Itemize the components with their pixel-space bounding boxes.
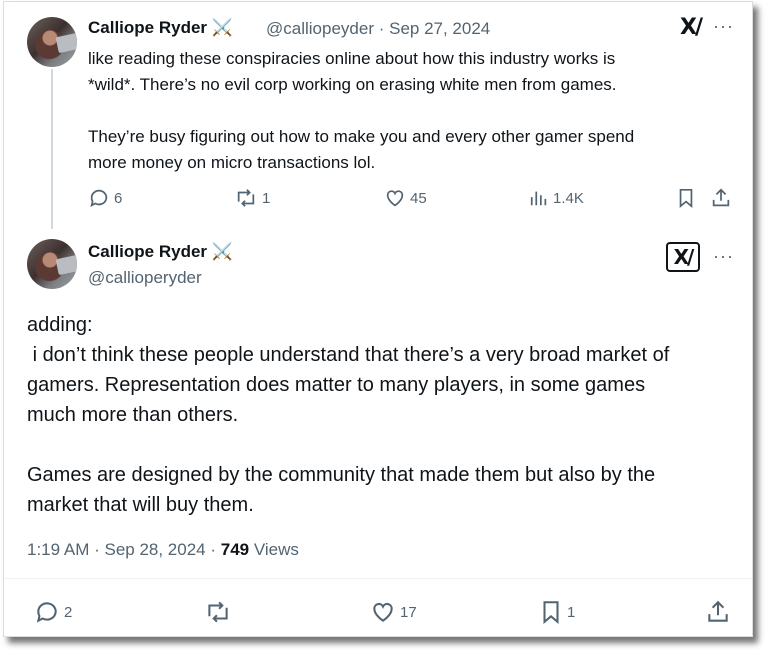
author-handle-text[interactable]: @calliopeyder [266, 19, 374, 38]
avatar[interactable] [27, 239, 77, 289]
author-name[interactable]: Calliope Ryder ⚔️ [88, 242, 233, 262]
reply-icon [90, 189, 108, 207]
crossed-swords-icon: ⚔️ [211, 242, 233, 261]
repost-button[interactable] [204, 599, 236, 625]
author-handle[interactable]: @calliopeyder · Sep 27, 2024 [266, 19, 490, 39]
crossed-swords-icon: ⚔️ [211, 18, 233, 37]
reply-count: 2 [64, 603, 73, 621]
share-button[interactable] [710, 187, 732, 209]
like-count: 45 [410, 189, 427, 207]
author-name-text[interactable]: Calliope Ryder [88, 18, 207, 37]
more-options-icon[interactable]: ··· [713, 246, 734, 267]
like-button[interactable]: 17 [370, 599, 417, 625]
thread-connector-line [51, 69, 53, 229]
reply-button[interactable]: 6 [88, 187, 122, 209]
reply-button[interactable]: 2 [34, 599, 72, 625]
heart-icon [386, 190, 404, 207]
tweet-metadata: 1:19 AM · Sep 28, 2024 · 749 Views [27, 540, 299, 560]
grok-icon[interactable]: X/ [666, 242, 700, 272]
divider [4, 578, 752, 579]
bookmark-icon [679, 188, 693, 209]
views-count: 749 [220, 540, 250, 559]
tweet-text: like reading these conspiracies online a… [88, 49, 635, 172]
tweet-card: Calliope Ryder ⚔️ @calliopeyder · Sep 27… [3, 1, 753, 637]
heart-icon [373, 602, 393, 622]
share-button[interactable] [705, 599, 731, 625]
share-icon [712, 188, 730, 207]
view-count: 1.4K [553, 189, 584, 207]
bookmark-button[interactable]: 1 [539, 599, 575, 625]
grok-icon[interactable]: X/ [680, 15, 703, 40]
reply-icon [36, 602, 57, 623]
like-button[interactable]: 45 [384, 187, 427, 209]
author-handle[interactable]: @callioperyder [88, 268, 202, 288]
reply-count: 6 [114, 189, 123, 207]
author-name[interactable]: Calliope Ryder ⚔️ [88, 18, 233, 38]
bookmark-count: 1 [567, 603, 576, 621]
tweet-date[interactable]: · Sep 27, 2024 [379, 19, 491, 38]
share-icon [708, 600, 728, 622]
like-count: 17 [400, 603, 417, 621]
repost-button[interactable]: 1 [234, 187, 270, 209]
author-name-text[interactable]: Calliope Ryder [88, 242, 207, 261]
bookmark-icon [543, 601, 559, 624]
views-button[interactable]: 1.4K [529, 187, 584, 209]
avatar[interactable] [27, 17, 77, 67]
repost-icon [208, 601, 228, 623]
repost-count: 1 [262, 189, 271, 207]
tweet-timestamp[interactable]: 1:19 AM · Sep 28, 2024 · [27, 540, 221, 559]
more-options-icon[interactable]: ··· [713, 16, 734, 37]
analytics-icon [530, 191, 547, 206]
tweet-text: adding: i don’t think these people under… [27, 314, 670, 516]
views-label: Views [249, 540, 299, 559]
bookmark-button[interactable] [676, 187, 696, 209]
repost-icon [237, 189, 255, 207]
